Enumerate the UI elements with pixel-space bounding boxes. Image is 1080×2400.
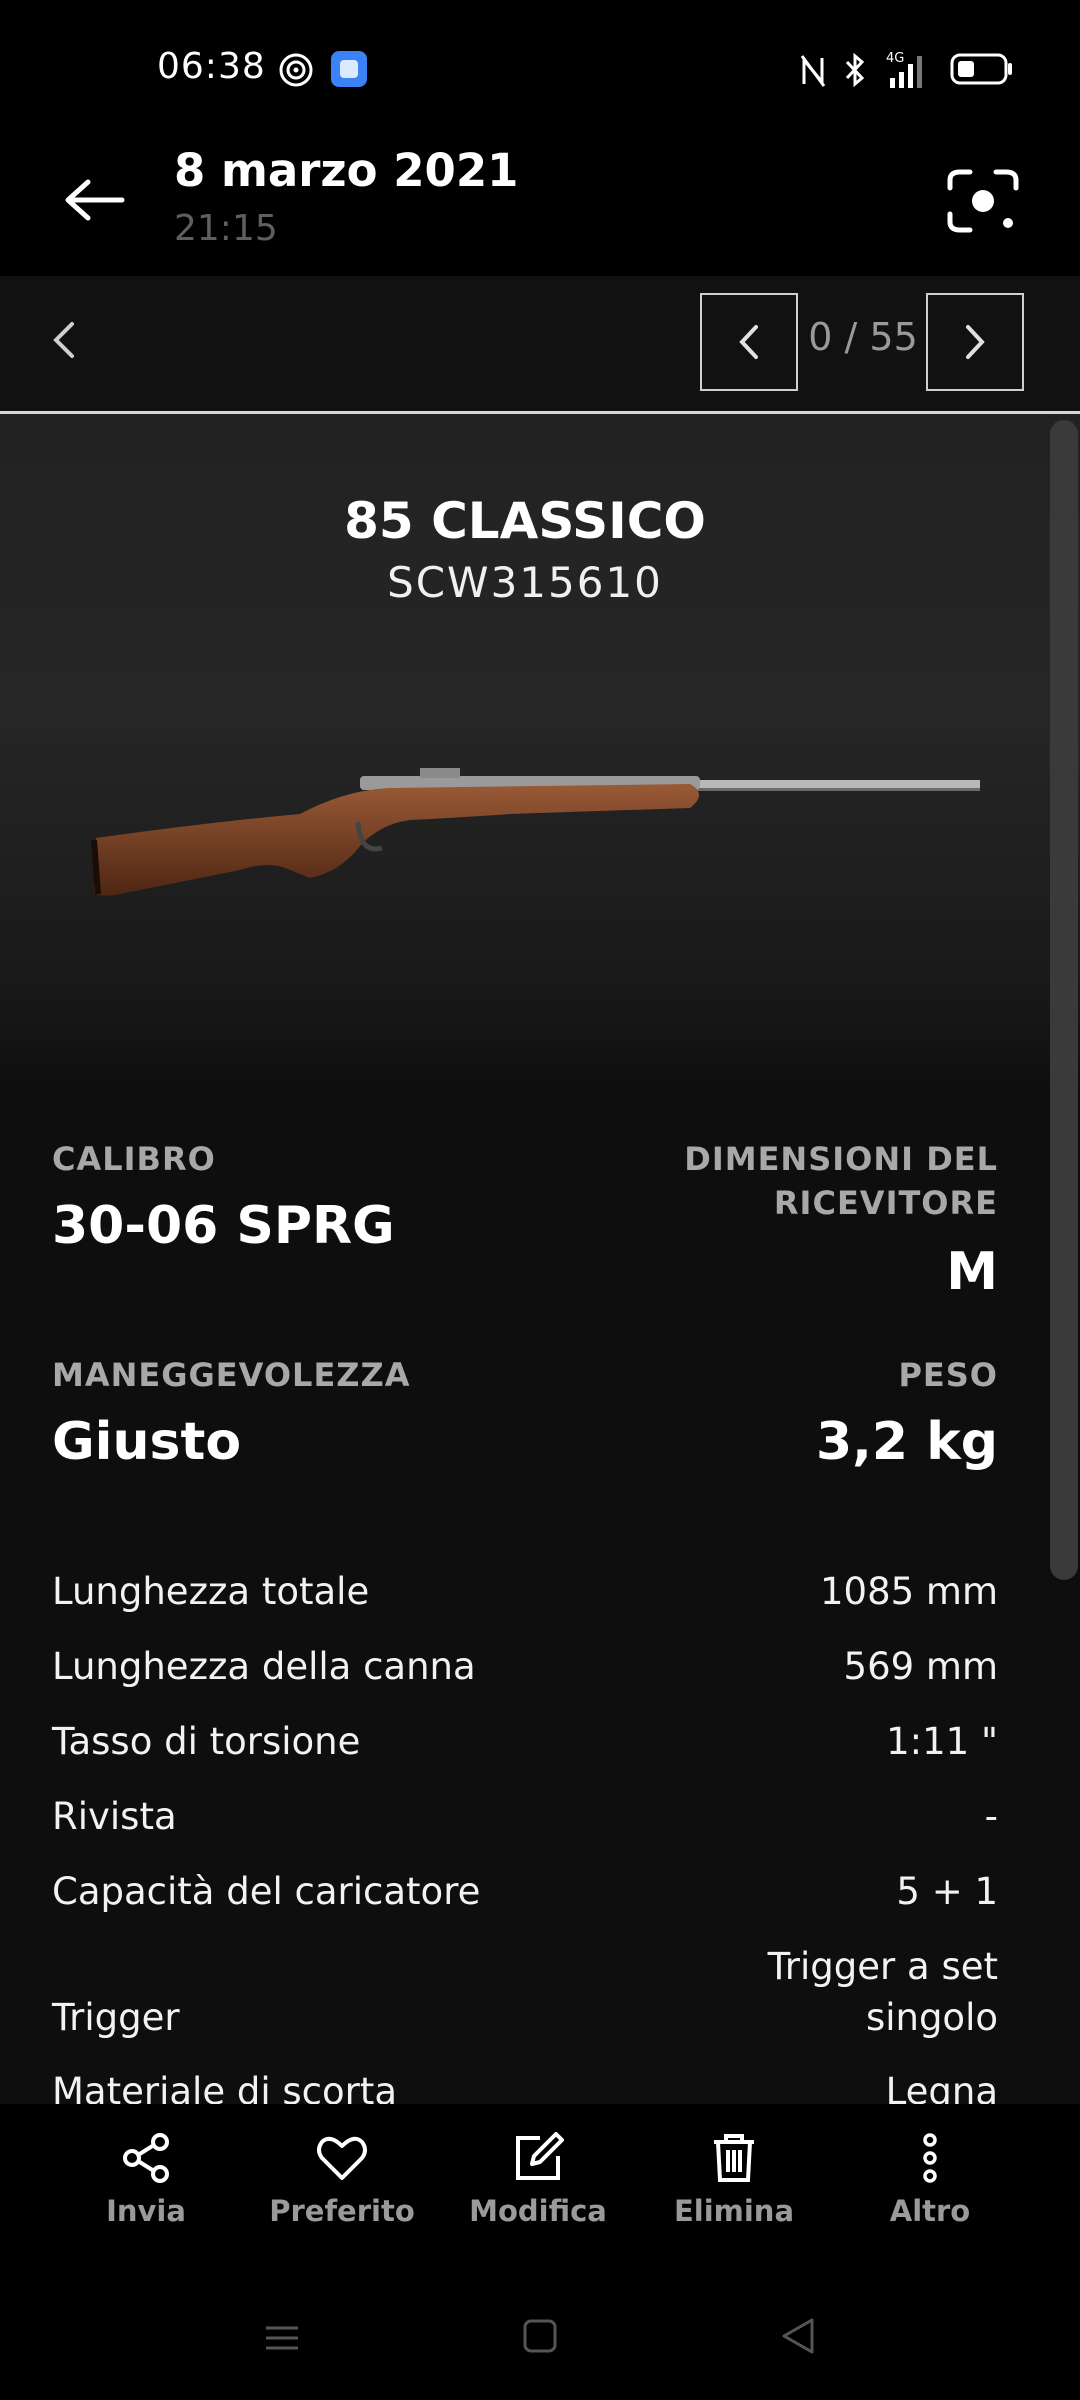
back-nav-icon[interactable] bbox=[778, 2316, 818, 2356]
maneggevolezza-label: MANEGGEVOLEZZA bbox=[52, 1356, 411, 1394]
detail-value: - bbox=[984, 1795, 998, 1838]
peso-label: PESO bbox=[898, 1356, 998, 1394]
detail-label: Lunghezza totale bbox=[52, 1570, 370, 1613]
product-serial: SCW315610 bbox=[387, 558, 663, 607]
detail-label: Tasso di torsione bbox=[52, 1720, 361, 1763]
detail-label: Trigger bbox=[52, 1996, 180, 2039]
status-time: 06:38 bbox=[157, 46, 266, 87]
detail-value: 1:11 " bbox=[886, 1720, 998, 1763]
detail-value-line2: singolo bbox=[865, 1996, 998, 2039]
edit-label: Modifica bbox=[469, 2194, 607, 2228]
nfc-icon bbox=[800, 55, 826, 87]
bluetooth-icon bbox=[845, 52, 865, 88]
calibro-label: CALIBRO bbox=[52, 1140, 216, 1178]
detail-value-line1: Trigger a set bbox=[767, 1945, 998, 1988]
share-button[interactable]: Invia bbox=[48, 2130, 244, 2260]
app-header bbox=[0, 120, 1080, 276]
page-counter: 0 / 55 bbox=[808, 315, 918, 359]
delete-button[interactable]: Elimina bbox=[636, 2130, 832, 2260]
calibro-value: 30-06 SPRG bbox=[52, 1196, 395, 1256]
recent-apps-icon[interactable] bbox=[262, 2318, 302, 2358]
detail-label: Lunghezza della canna bbox=[52, 1645, 476, 1688]
favorite-button[interactable]: Preferito bbox=[244, 2130, 440, 2260]
scrollbar[interactable] bbox=[1050, 420, 1078, 1580]
share-icon bbox=[123, 2133, 169, 2183]
detail-value: 569 mm bbox=[843, 1645, 998, 1688]
google-lens-icon[interactable] bbox=[944, 166, 1022, 236]
maneggevolezza-value: Giusto bbox=[52, 1412, 242, 1472]
product-name: 85 CLASSICO bbox=[344, 492, 706, 550]
chevron-right-icon bbox=[966, 325, 985, 359]
edit-icon bbox=[516, 2132, 564, 2180]
ricevitore-label-line1: DIMENSIONI DEL bbox=[684, 1140, 998, 1178]
detail-label: Rivista bbox=[52, 1795, 177, 1838]
more-label: Altro bbox=[889, 2194, 971, 2228]
signal-icon: 4G bbox=[886, 51, 922, 88]
home-icon[interactable] bbox=[520, 2316, 560, 2356]
product-detail-content bbox=[0, 414, 1080, 2104]
app-notification-icon bbox=[331, 51, 367, 87]
header-date: 8 marzo 2021 bbox=[174, 144, 519, 197]
ricevitore-label-line2: RICEVITORE bbox=[773, 1184, 998, 1222]
edit-button[interactable]: Modifica bbox=[440, 2130, 636, 2260]
previous-page-button[interactable] bbox=[700, 293, 798, 391]
more-vertical-icon bbox=[923, 2133, 937, 2183]
hotspot-icon bbox=[279, 53, 313, 87]
rifle-image bbox=[91, 768, 980, 896]
detail-value: 5 + 1 bbox=[896, 1870, 998, 1913]
peso-value: 3,2 kg bbox=[815, 1412, 998, 1472]
network-type: 4G bbox=[886, 51, 904, 66]
favorite-label: Preferito bbox=[269, 2194, 415, 2228]
trash-icon bbox=[714, 2134, 754, 2182]
ricevitore-value: M bbox=[946, 1242, 998, 1302]
back-arrow-icon[interactable] bbox=[60, 170, 130, 230]
chevron-left-icon[interactable] bbox=[42, 310, 86, 370]
battery-icon bbox=[950, 53, 1012, 85]
detail-value: 1085 mm bbox=[819, 1570, 998, 1613]
header-time: 21:15 bbox=[174, 208, 278, 249]
heart-icon bbox=[317, 2136, 367, 2180]
delete-label: Elimina bbox=[673, 2194, 795, 2228]
share-label: Invia bbox=[106, 2194, 186, 2228]
more-button[interactable]: Altro bbox=[832, 2130, 1028, 2260]
detail-label: Capacità del caricatore bbox=[52, 1870, 481, 1913]
next-page-button[interactable] bbox=[926, 293, 1024, 391]
chevron-left-icon bbox=[739, 325, 758, 359]
